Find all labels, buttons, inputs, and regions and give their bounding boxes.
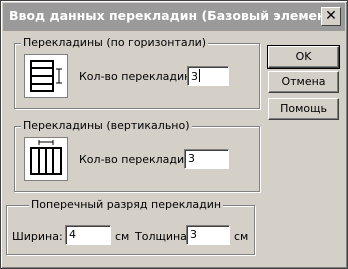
- thickness-unit: см: [234, 230, 249, 243]
- vertical-count-input[interactable]: 3: [184, 149, 229, 169]
- help-button[interactable]: Помощь: [268, 98, 339, 120]
- width-value: 4: [69, 228, 76, 241]
- window-title: Ввод данных перекладин (Базовый элемент): [9, 8, 339, 23]
- close-icon: ✕: [325, 8, 337, 24]
- thickness-value: 3: [190, 228, 197, 241]
- width-input[interactable]: 4: [65, 225, 111, 245]
- cross-group: Поперечный разряд перекладин Ширина: 4 с…: [6, 198, 255, 255]
- horizontal-group: Перекладины (по горизонтали) Кол-во пере…: [14, 36, 260, 109]
- vertical-count-value: 3: [188, 152, 195, 165]
- horizontal-count-input[interactable]: 3: [187, 66, 229, 86]
- title-bar[interactable]: Ввод данных перекладин (Базовый элемент)…: [3, 3, 345, 31]
- horizontal-count-value: 3: [191, 70, 198, 83]
- cancel-button[interactable]: Отмена: [268, 71, 339, 93]
- horizontal-bars-icon: [24, 54, 68, 98]
- thickness-input[interactable]: 3: [186, 225, 230, 245]
- ok-button[interactable]: OK: [267, 45, 340, 69]
- cross-group-label: Поперечный разряд перекладин: [29, 198, 224, 211]
- horizontal-count-label: Кол-во перекладин:: [79, 70, 196, 83]
- vertical-group: Перекладины (вертикально) Кол-во перекла…: [14, 119, 260, 192]
- thickness-label: Толщина:: [135, 230, 191, 243]
- width-label: Ширина:: [12, 230, 63, 243]
- dialog-window: Ввод данных перекладин (Базовый элемент)…: [0, 0, 348, 269]
- horizontal-group-label: Перекладины (по горизонтали): [21, 36, 209, 49]
- vertical-group-label: Перекладины (вертикально): [21, 119, 192, 132]
- vertical-bars-icon: [24, 137, 68, 181]
- close-button[interactable]: ✕: [321, 7, 341, 26]
- vertical-count-label: Кол-во перекладин:: [79, 153, 196, 166]
- width-unit: см: [115, 230, 130, 243]
